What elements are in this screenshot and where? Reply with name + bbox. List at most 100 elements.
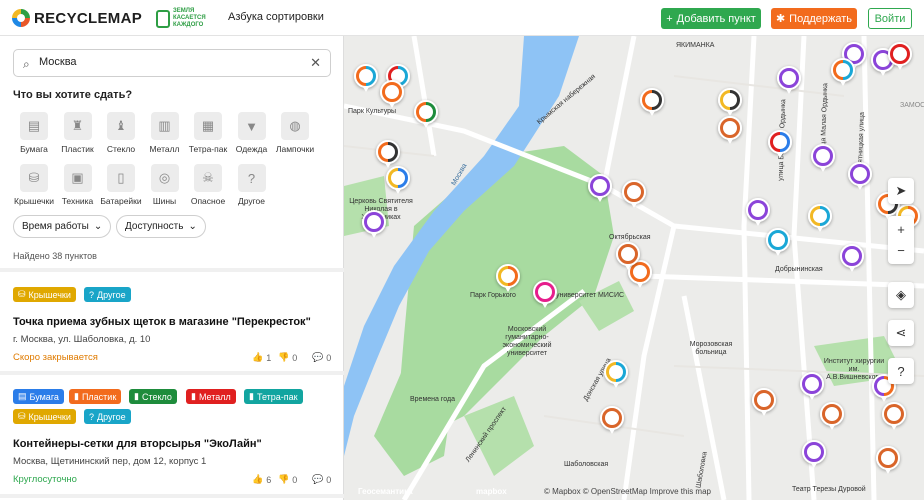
hours-filter-dropdown[interactable]: Время работы ⌄ [13, 215, 112, 238]
attribution-text[interactable]: © Mapbox © OpenStreetMap Improve this ma… [544, 487, 711, 496]
recycling-point-pin[interactable] [746, 198, 770, 226]
share-button[interactable]: ⋖ [888, 320, 914, 346]
likes-value: 1 [266, 352, 272, 363]
recycling-point-pin[interactable] [718, 116, 742, 144]
category-clothes[interactable]: ▼ Одежда [228, 112, 276, 154]
login-button[interactable]: Войти [868, 8, 912, 29]
recycling-point-pin[interactable] [380, 80, 404, 108]
category-bulb[interactable]: ◍ Лампочки [271, 112, 319, 154]
recycling-point-pin[interactable] [616, 242, 640, 270]
recycling-point-pin[interactable] [888, 42, 912, 70]
likes-count[interactable]: 👍 1 [252, 352, 271, 363]
partner-text: ЗЕМЛЯ КАСАЕТСЯ КАЖДОГО [173, 8, 206, 28]
recycling-point-pin[interactable] [820, 402, 844, 430]
zoom-out-icon[interactable]: − [897, 243, 905, 258]
pin-center [391, 171, 405, 185]
hours-filter-label: Время работы [22, 221, 89, 232]
thumb-up-icon: 👍 [252, 474, 264, 484]
add-point-button[interactable]: + Добавить пункт [661, 8, 761, 29]
category-appliance[interactable]: ▣ Техника [54, 164, 102, 206]
caps-icon: ⛁ [18, 411, 26, 421]
access-filter-dropdown[interactable]: Доступность ⌄ [116, 215, 206, 238]
category-plastic-bottle[interactable]: ♜ Пластик [54, 112, 102, 154]
recycling-point-pin[interactable] [876, 446, 900, 474]
pin-center [605, 411, 619, 425]
search-input[interactable] [39, 56, 299, 68]
recycling-point-pin[interactable] [800, 372, 824, 400]
recycling-point-pin[interactable] [766, 228, 790, 256]
category-question[interactable]: ? Другое [228, 164, 276, 206]
category-tire[interactable]: ◎ Шины [141, 164, 189, 206]
zoom-in-icon[interactable]: + [897, 222, 905, 237]
comments-count[interactable]: 💬 0 [312, 352, 331, 363]
recycling-point-pin[interactable] [496, 264, 520, 292]
tag-label: Крышечки [28, 289, 71, 300]
recycling-point-pin[interactable] [752, 388, 776, 416]
recycling-point-pin[interactable] [882, 402, 906, 430]
pin-center [751, 203, 765, 217]
category-tetra-pak[interactable]: ▦ Тетра-пак [184, 112, 232, 154]
tag-plastic: ▮ Пластик [69, 389, 122, 404]
pin-center [805, 377, 819, 391]
recycling-point-pin[interactable] [808, 204, 832, 232]
help-button[interactable]: ? [888, 358, 914, 384]
partner-logo[interactable]: ЗЕМЛЯ КАСАЕТСЯ КАЖДОГО [156, 8, 217, 29]
category-glass-bottle[interactable]: ♝ Стекло [97, 112, 145, 154]
categories-title: Что вы хотите сдать? [13, 89, 133, 101]
recycling-point-pin[interactable] [840, 244, 864, 272]
point-status: Круглосуточно [13, 474, 77, 485]
nav-sorting-guide[interactable]: Азбука сортировки [228, 11, 324, 23]
logo[interactable]: RECYCLEMAP [12, 9, 142, 27]
tetra-pak-icon: ▮ [249, 391, 254, 401]
recycling-point-pin[interactable] [533, 280, 557, 308]
tire-icon: ◎ [150, 164, 179, 192]
category-label: Лампочки [275, 144, 315, 154]
category-caps[interactable]: ⛁ Крышечки [10, 164, 58, 206]
comments-count[interactable]: 💬 0 [312, 474, 331, 485]
recycling-point-pin[interactable] [354, 64, 378, 92]
recycling-point-pin[interactable] [768, 130, 792, 158]
recycling-point-pin[interactable] [640, 88, 664, 116]
pin-center [723, 121, 737, 135]
recycling-point-pin[interactable] [386, 166, 410, 194]
category-battery[interactable]: ▯ Батарейки [97, 164, 145, 206]
recycling-point-pin[interactable] [718, 88, 742, 116]
map-attribution-bar: Геосемантика mapbox © Mapbox © OpenStree… [344, 484, 924, 500]
recycling-point-pin[interactable] [802, 440, 826, 468]
locate-button[interactable]: ➤ [888, 178, 914, 204]
appliance-icon: ▣ [63, 164, 92, 192]
category-hazard[interactable]: ☠ Опасное [184, 164, 232, 206]
point-title[interactable]: Контейнеры-сетки для вторсырья "ЭкоЛайн" [13, 438, 262, 450]
tag-caps: ⛁ Крышечки [13, 409, 76, 424]
map-label: Шаболовская [564, 461, 609, 468]
recycling-point-pin[interactable] [600, 406, 624, 434]
recycling-point-pin[interactable] [848, 162, 872, 190]
likes-count[interactable]: 👍 6 [252, 474, 271, 485]
point-title[interactable]: Точка приема зубных щеток в магазине "Пе… [13, 316, 311, 328]
pin-center [501, 269, 515, 283]
pin-center [757, 393, 771, 407]
dislikes-count[interactable]: 👎 0 [278, 352, 297, 363]
clear-icon[interactable]: ✕ [310, 55, 321, 71]
category-label: Опасное [190, 196, 226, 206]
category-label: Стекло [106, 144, 136, 154]
recycling-point-pin[interactable] [376, 140, 400, 168]
dislikes-count[interactable]: 👎 0 [278, 474, 297, 485]
recycling-point-pin[interactable] [622, 180, 646, 208]
pin-center [853, 167, 867, 181]
support-button[interactable]: ✱ Поддержать [771, 8, 857, 29]
recycling-point-pin[interactable] [588, 174, 612, 202]
category-metal-can[interactable]: ▥ Металл [141, 112, 189, 154]
recycling-point-pin[interactable] [414, 100, 438, 128]
recycling-point-pin[interactable] [811, 144, 835, 172]
plastic-bottle-icon: ▮ [74, 391, 79, 401]
recycling-point-pin[interactable] [831, 58, 855, 86]
recycling-point-pin[interactable] [604, 360, 628, 388]
glass-bottle-icon: ▮ [134, 391, 139, 401]
pin-center [893, 47, 907, 61]
layers-button[interactable]: ◈ [888, 282, 914, 308]
recycling-point-pin[interactable] [777, 66, 801, 94]
map[interactable]: ЯКИМАНКА Парк Культуры Октябрьская Добры… [344, 36, 924, 500]
category-paper[interactable]: ▤ Бумага [10, 112, 58, 154]
recycling-point-pin[interactable] [362, 210, 386, 238]
